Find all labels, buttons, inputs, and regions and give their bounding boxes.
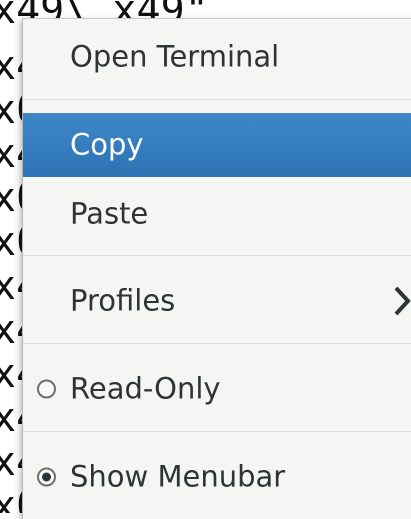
menu-separator — [23, 255, 411, 256]
menu-item-label: Open Terminal — [70, 39, 280, 74]
menu-item-label: Copy — [70, 127, 144, 162]
menu-item-read-only[interactable]: Read-Only — [23, 357, 411, 421]
menu-separator — [23, 343, 411, 344]
menu-item-label: Profiles — [70, 283, 176, 318]
menu-item-label: Read-Only — [70, 371, 221, 406]
menu-item-paste[interactable]: Paste — [23, 182, 411, 246]
radio-icon[interactable] — [37, 467, 56, 487]
menu-item-copy[interactable]: Copy — [23, 113, 411, 177]
radio-checked-dot — [42, 472, 51, 482]
chevron-right-icon — [394, 286, 411, 316]
menu-separator — [23, 99, 411, 100]
context-menu: Open Terminal Copy Paste Profiles Read-O… — [22, 18, 411, 519]
menu-item-label: Paste — [70, 196, 149, 231]
menu-item-profiles[interactable]: Profiles — [23, 269, 411, 333]
menu-item-open-terminal[interactable]: Open Terminal — [23, 25, 411, 89]
menu-separator — [23, 431, 411, 432]
menu-item-label: Show Menubar — [70, 459, 286, 494]
menu-item-show-menubar[interactable]: Show Menubar — [23, 445, 411, 509]
radio-icon[interactable] — [37, 379, 56, 399]
